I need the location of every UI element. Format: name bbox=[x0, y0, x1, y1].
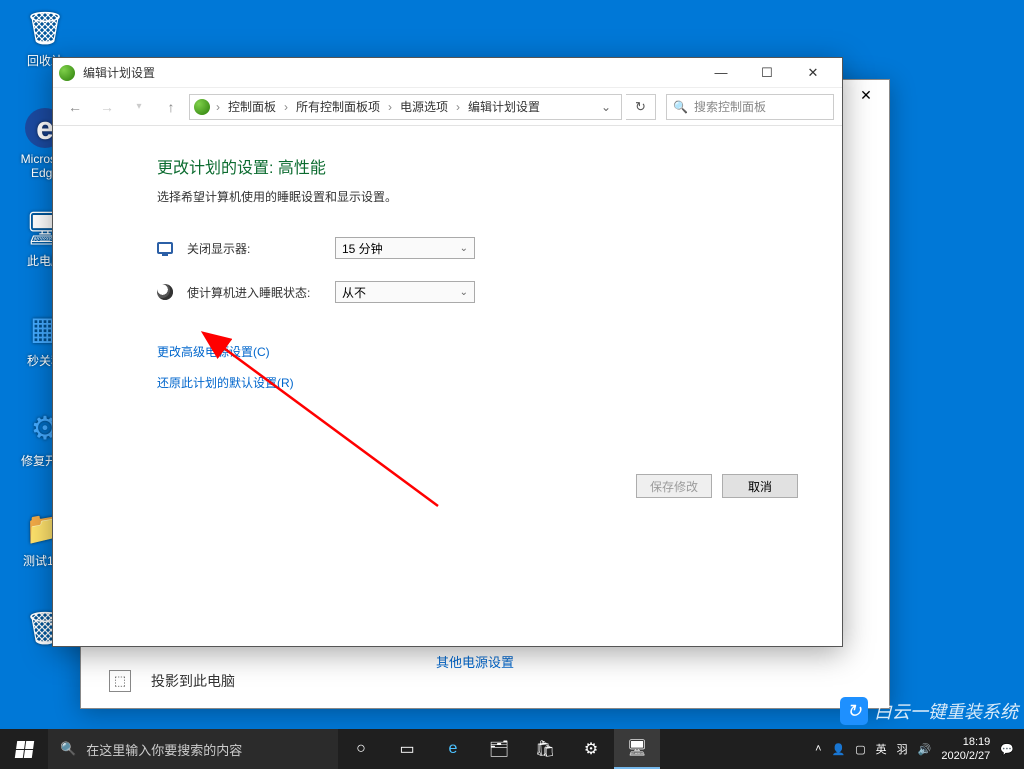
chevron-right-icon: › bbox=[454, 100, 462, 114]
row-sleep: 使计算机进入睡眠状态: 从不 ⌄ bbox=[157, 281, 798, 303]
tray-square-icon[interactable]: ▢ bbox=[855, 743, 865, 756]
project-icon: ⬚ bbox=[109, 670, 131, 692]
system-tray[interactable]: ˄ 👤 ▢ 英 羽 🔊 18:19 2020/2/27 💬 bbox=[805, 735, 1024, 763]
page-subtext: 选择希望计算机使用的睡眠设置和显示设置。 bbox=[157, 188, 798, 205]
select-turn-off-display[interactable]: 15 分钟 ⌄ bbox=[335, 237, 475, 259]
navbar: ← → ▾ ↑ › 控制面板 › 所有控制面板项 › 电源选项 › 编辑计划设置… bbox=[53, 88, 842, 126]
search-icon: 🔍 bbox=[673, 100, 688, 114]
row-turn-off-display: 关闭显示器: 15 分钟 ⌄ bbox=[157, 237, 798, 259]
titlebar[interactable]: 编辑计划设置 ― ☐ ✕ bbox=[53, 58, 842, 88]
taskbar: 🔍 在这里输入你要搜索的内容 ○ ▭ e 🗂 🛍 ⚙ 🖥 ˄ 👤 ▢ 英 羽 🔊… bbox=[0, 729, 1024, 769]
clock-time: 18:19 bbox=[941, 735, 990, 749]
bg-close-button[interactable]: ✕ bbox=[843, 80, 889, 110]
save-button: 保存修改 bbox=[636, 474, 712, 498]
clock-date: 2020/2/27 bbox=[941, 749, 990, 763]
chevron-down-icon: ⌄ bbox=[460, 287, 468, 298]
store-button[interactable]: 🛍 bbox=[522, 729, 568, 769]
breadcrumb[interactable]: 电源选项 bbox=[398, 98, 450, 115]
taskbar-search[interactable]: 🔍 在这里输入你要搜索的内容 bbox=[48, 729, 338, 769]
chevron-down-icon[interactable]: ⌄ bbox=[595, 100, 617, 114]
tray-people-icon[interactable]: 👤 bbox=[832, 743, 846, 756]
select-value: 15 分钟 bbox=[342, 240, 383, 257]
chevron-right-icon: › bbox=[214, 100, 222, 114]
chevron-down-icon: ⌄ bbox=[460, 243, 468, 254]
edge-button[interactable]: e bbox=[430, 729, 476, 769]
breadcrumb[interactable]: 控制面板 bbox=[226, 98, 278, 115]
recent-dropdown[interactable]: ▾ bbox=[125, 93, 153, 121]
link-advanced-power[interactable]: 更改高级电源设置(C) bbox=[157, 343, 270, 360]
power-icon bbox=[194, 99, 210, 115]
watermark-logo-icon: ↻ bbox=[840, 697, 868, 725]
forward-button[interactable]: → bbox=[93, 93, 121, 121]
content-area: 更改计划的设置: 高性能 选择希望计算机使用的睡眠设置和显示设置。 关闭显示器:… bbox=[53, 126, 842, 646]
moon-icon bbox=[157, 284, 173, 300]
watermark-text: 白云一键重装系统 bbox=[874, 698, 1018, 724]
action-center-icon[interactable]: 💬 bbox=[1000, 743, 1014, 756]
settings-button[interactable]: ⚙ bbox=[568, 729, 614, 769]
trash-icon: 🗑 bbox=[25, 8, 65, 48]
cortana-button[interactable]: ○ bbox=[338, 729, 384, 769]
address-bar[interactable]: › 控制面板 › 所有控制面板项 › 电源选项 › 编辑计划设置 ⌄ bbox=[189, 94, 622, 120]
breadcrumb[interactable]: 编辑计划设置 bbox=[466, 98, 542, 115]
bg-other-power-link[interactable]: 其他电源设置 bbox=[436, 652, 514, 671]
ime-indicator[interactable]: 英 bbox=[876, 741, 887, 757]
label-turn-off-display: 关闭显示器: bbox=[187, 240, 321, 257]
bg-project-label: 投影到此电脑 bbox=[151, 671, 235, 691]
windows-icon bbox=[14, 741, 33, 758]
ime-indicator2[interactable]: 羽 bbox=[897, 741, 908, 757]
power-icon bbox=[59, 65, 75, 81]
bg-project-row[interactable]: ⬚ 投影到此电脑 bbox=[109, 670, 235, 692]
chevron-right-icon: › bbox=[282, 100, 290, 114]
task-view-button[interactable]: ▭ bbox=[384, 729, 430, 769]
select-sleep[interactable]: 从不 ⌄ bbox=[335, 281, 475, 303]
cancel-button[interactable]: 取消 bbox=[722, 474, 798, 498]
page-heading: 更改计划的设置: 高性能 bbox=[157, 154, 798, 178]
taskbar-search-placeholder: 在这里输入你要搜索的内容 bbox=[86, 740, 242, 759]
refresh-button[interactable]: ↻ bbox=[626, 94, 656, 120]
minimize-button[interactable]: ― bbox=[698, 58, 744, 88]
window-title: 编辑计划设置 bbox=[83, 64, 698, 81]
control-panel-button[interactable]: 🖥 bbox=[614, 729, 660, 769]
watermark: ↻ 白云一键重装系统 bbox=[840, 697, 1018, 725]
search-placeholder: 搜索控制面板 bbox=[694, 98, 766, 115]
explorer-button[interactable]: 🗂 bbox=[476, 729, 522, 769]
back-button[interactable]: ← bbox=[61, 93, 89, 121]
maximize-button[interactable]: ☐ bbox=[744, 58, 790, 88]
link-restore-defaults[interactable]: 还原此计划的默认设置(R) bbox=[157, 374, 294, 391]
label-sleep: 使计算机进入睡眠状态: bbox=[187, 284, 321, 301]
tray-chevron-icon[interactable]: ˄ bbox=[815, 743, 821, 755]
chevron-right-icon: › bbox=[386, 100, 394, 114]
tray-volume-icon[interactable]: 🔊 bbox=[918, 743, 932, 756]
monitor-icon bbox=[157, 242, 173, 254]
edit-plan-window: 编辑计划设置 ― ☐ ✕ ← → ▾ ↑ › 控制面板 › 所有控制面板项 › … bbox=[52, 57, 843, 647]
close-button[interactable]: ✕ bbox=[790, 58, 836, 88]
breadcrumb[interactable]: 所有控制面板项 bbox=[294, 98, 382, 115]
select-value: 从不 bbox=[342, 284, 366, 301]
taskbar-clock[interactable]: 18:19 2020/2/27 bbox=[941, 735, 990, 763]
start-button[interactable] bbox=[0, 729, 48, 769]
search-input[interactable]: 🔍 搜索控制面板 bbox=[666, 94, 834, 120]
search-icon: 🔍 bbox=[60, 741, 76, 757]
up-button[interactable]: ↑ bbox=[157, 93, 185, 121]
